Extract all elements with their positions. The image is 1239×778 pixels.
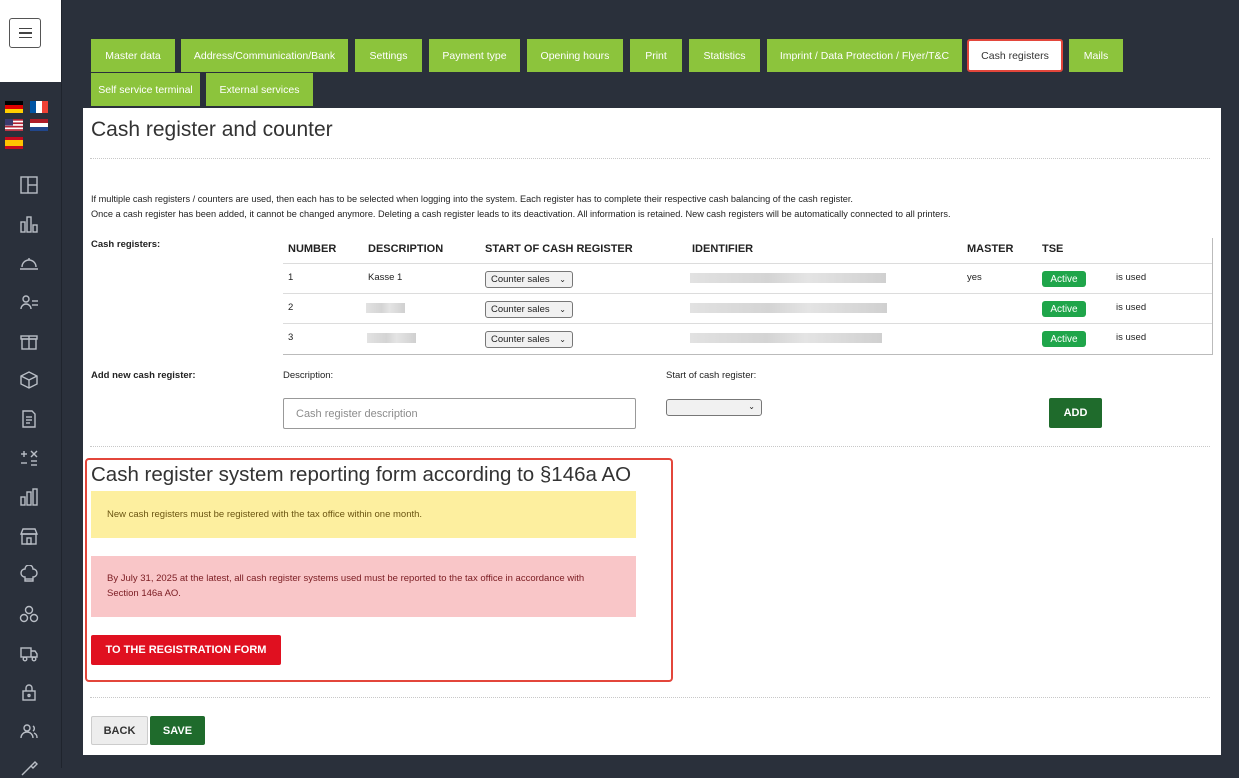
column-header-number: NUMBER <box>288 243 337 255</box>
tab-mails[interactable]: Mails <box>1069 39 1123 72</box>
divider <box>90 446 1210 447</box>
statistics-icon[interactable] <box>19 487 39 507</box>
info-text-line1: If multiple cash registers / counters ar… <box>91 194 853 204</box>
chevron-down-icon: ⌄ <box>559 335 566 344</box>
ingredients-icon[interactable] <box>19 604 39 624</box>
users-icon[interactable] <box>19 721 39 741</box>
tab-imprint-data-protection[interactable]: Imprint / Data Protection / Flyer/T&C <box>767 39 962 72</box>
deadline-text-line2: Section 146a AO. <box>107 588 181 599</box>
register-number: 3 <box>288 332 294 343</box>
identifier-redacted <box>690 273 886 283</box>
invoice-icon[interactable] <box>19 409 39 429</box>
start-of-register-select-new[interactable]: ⌄ <box>666 399 762 416</box>
registration-form-button[interactable]: TO THE REGISTRATION FORM <box>91 635 281 665</box>
flag-nl-icon[interactable] <box>30 119 48 131</box>
customer-list-icon[interactable] <box>19 292 39 312</box>
calculator-icon[interactable] <box>19 448 39 468</box>
start-label: Start of cash register: <box>666 370 757 381</box>
tab-print[interactable]: Print <box>630 39 682 72</box>
registration-notice: New cash registers must be registered wi… <box>91 491 636 538</box>
column-header-identifier: IDENTIFIER <box>692 243 754 255</box>
content-panel: Cash register and counter If multiple ca… <box>83 108 1221 755</box>
info-text-line2: Once a cash register has been added, it … <box>91 209 951 219</box>
register-number: 2 <box>288 302 294 313</box>
chevron-down-icon: ⌄ <box>559 275 566 284</box>
usage-status: is used <box>1116 332 1147 343</box>
deadline-alert: By July 31, 2025 at the latest, all cash… <box>91 556 636 617</box>
tab-external-services[interactable]: External services <box>206 73 313 106</box>
tab-payment-type[interactable]: Payment type <box>429 39 520 72</box>
lock-icon[interactable] <box>19 682 39 702</box>
usage-status: is used <box>1116 272 1147 283</box>
start-of-register-select[interactable]: Counter sales ⌄ <box>485 301 573 318</box>
tab-opening-hours[interactable]: Opening hours <box>527 39 623 72</box>
add-register-label: Add new cash register: <box>91 370 196 381</box>
tab-cash-registers[interactable]: Cash registers <box>967 39 1063 72</box>
flag-es-icon[interactable] <box>5 137 23 149</box>
column-header-master: MASTER <box>967 243 1014 255</box>
tab-settings[interactable]: Settings <box>355 39 422 72</box>
tse-status-badge: Active <box>1042 331 1086 347</box>
chevron-down-icon: ⌄ <box>559 305 566 314</box>
usage-status: is used <box>1116 302 1147 313</box>
tab-master-data[interactable]: Master data <box>91 39 175 72</box>
register-master: yes <box>967 272 982 283</box>
table-row: 2 Counter sales ⌄ Active is used <box>283 293 1212 324</box>
register-number: 1 <box>288 272 294 283</box>
cash-register-table: NUMBER DESCRIPTION START OF CASH REGISTE… <box>283 238 1213 355</box>
tab-address-communication-bank[interactable]: Address/Communication/Bank <box>181 39 348 72</box>
register-description-input[interactable] <box>283 398 636 429</box>
divider <box>90 697 1210 698</box>
menu-panel <box>0 0 61 82</box>
tools-icon[interactable] <box>19 758 39 778</box>
box-icon[interactable] <box>19 370 39 390</box>
flag-us-icon[interactable] <box>5 119 23 131</box>
register-description: Kasse 1 <box>368 272 403 283</box>
hamburger-menu-icon[interactable] <box>9 18 41 48</box>
tse-status-badge: Active <box>1042 271 1086 287</box>
add-button[interactable]: ADD <box>1049 398 1102 428</box>
delivery-truck-icon[interactable] <box>19 643 39 663</box>
start-of-register-select[interactable]: Counter sales ⌄ <box>485 271 573 288</box>
sidebar <box>0 0 62 776</box>
tab-statistics[interactable]: Statistics <box>689 39 760 72</box>
cash-registers-label: Cash registers: <box>91 239 161 250</box>
column-header-tse: TSE <box>1042 243 1064 255</box>
dashboard-icon[interactable] <box>19 175 39 195</box>
flag-fr-icon[interactable] <box>30 101 48 113</box>
tse-status-badge: Active <box>1042 301 1086 317</box>
tab-self-service-terminal[interactable]: Self service terminal <box>91 73 200 106</box>
column-header-start: START OF CASH REGISTER <box>485 243 633 255</box>
chef-hat-icon[interactable] <box>19 565 39 585</box>
table-row: 1 Kasse 1 Counter sales ⌄ yes Active is u… <box>283 263 1212 294</box>
start-of-register-select[interactable]: Counter sales ⌄ <box>485 331 573 348</box>
select-value: Counter sales <box>491 304 550 315</box>
column-header-description: DESCRIPTION <box>368 243 444 255</box>
description-label: Description: <box>283 370 334 381</box>
divider <box>90 158 1210 159</box>
back-button[interactable]: BACK <box>91 716 148 745</box>
select-value: Counter sales <box>491 334 550 345</box>
table-row: 3 Counter sales ⌄ Active is used <box>283 323 1212 354</box>
description-redacted <box>367 333 416 343</box>
store-icon[interactable] <box>19 526 39 546</box>
chevron-down-icon: ⌄ <box>748 402 755 411</box>
description-redacted <box>366 303 405 313</box>
cloche-icon[interactable] <box>19 253 39 273</box>
flag-de-icon[interactable] <box>5 101 23 113</box>
page-title: Cash register and counter <box>91 118 333 141</box>
deadline-text-line1: By July 31, 2025 at the latest, all cash… <box>107 573 585 584</box>
identifier-redacted <box>690 333 882 343</box>
reporting-title: Cash register system reporting form acco… <box>91 463 632 486</box>
select-value: Counter sales <box>491 274 550 285</box>
identifier-redacted <box>690 303 887 313</box>
save-button[interactable]: SAVE <box>150 716 205 745</box>
bar-chart-icon[interactable] <box>19 214 39 234</box>
gift-icon[interactable] <box>19 331 39 351</box>
